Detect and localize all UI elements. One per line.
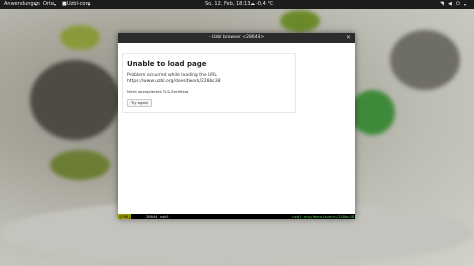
chevron-down-icon: ▾ (54, 2, 57, 7)
power-icon[interactable]: ⏻ (456, 0, 460, 9)
wallpaper-shape (350, 90, 395, 135)
volume-icon[interactable]: ◀ (448, 0, 452, 9)
error-message: Problem occurred while loading the URL h… (127, 73, 221, 85)
chevron-down-icon: ▾ (35, 2, 38, 7)
wallpaper-shape (60, 25, 100, 50)
status-url: uzbl.org/doesitwork/228bc38 (292, 214, 354, 219)
weather-icon: ☁ (250, 1, 255, 7)
wallpaper-shape (390, 30, 460, 90)
wallpaper-shape (280, 10, 320, 32)
error-url: https://www.uzbl.org/doesitwork/228bc38 (127, 79, 221, 84)
window-title: - Uzbl browser <28644> (208, 35, 265, 40)
try-again-button[interactable]: Try again (127, 99, 153, 107)
wallpaper-shape (50, 150, 110, 180)
mode-indicator: [CMD] (118, 214, 132, 219)
error-box: Unable to load page Problem occurred whi… (122, 53, 296, 113)
network-icon[interactable]: ◥ (440, 0, 444, 9)
window-titlebar[interactable]: - Uzbl browser <28644> × (118, 33, 355, 43)
clock[interactable]: So, 12. Feb, 18:13 (205, 0, 250, 9)
error-title: Unable to load page (127, 60, 207, 68)
wallpaper-shape (30, 60, 120, 140)
error-detail: Nicht akzeptiertes TLS-Zertifikat (127, 89, 189, 94)
chevron-down-icon: ▾ (88, 2, 91, 7)
app-menu[interactable]: Uzbl-core (67, 0, 90, 9)
status-pid: 28644 uzbl (146, 214, 169, 219)
page-content: Unable to load page Problem occurred whi… (118, 43, 355, 214)
close-icon[interactable]: × (346, 33, 351, 43)
browser-window: - Uzbl browser <28644> × Unable to load … (118, 33, 355, 219)
weather-temp[interactable]: -0,4 °C (256, 0, 273, 9)
top-panel: Anwendungen ▾ Orte ▾ ■ Uzbl-core ▾ So, 1… (0, 0, 474, 9)
places-menu[interactable]: Orte (43, 0, 54, 9)
status-bar: [CMD] 28644 uzbl uzbl.org/doesitwork/228… (118, 214, 355, 219)
chevron-down-icon: ▾ (464, 2, 467, 7)
